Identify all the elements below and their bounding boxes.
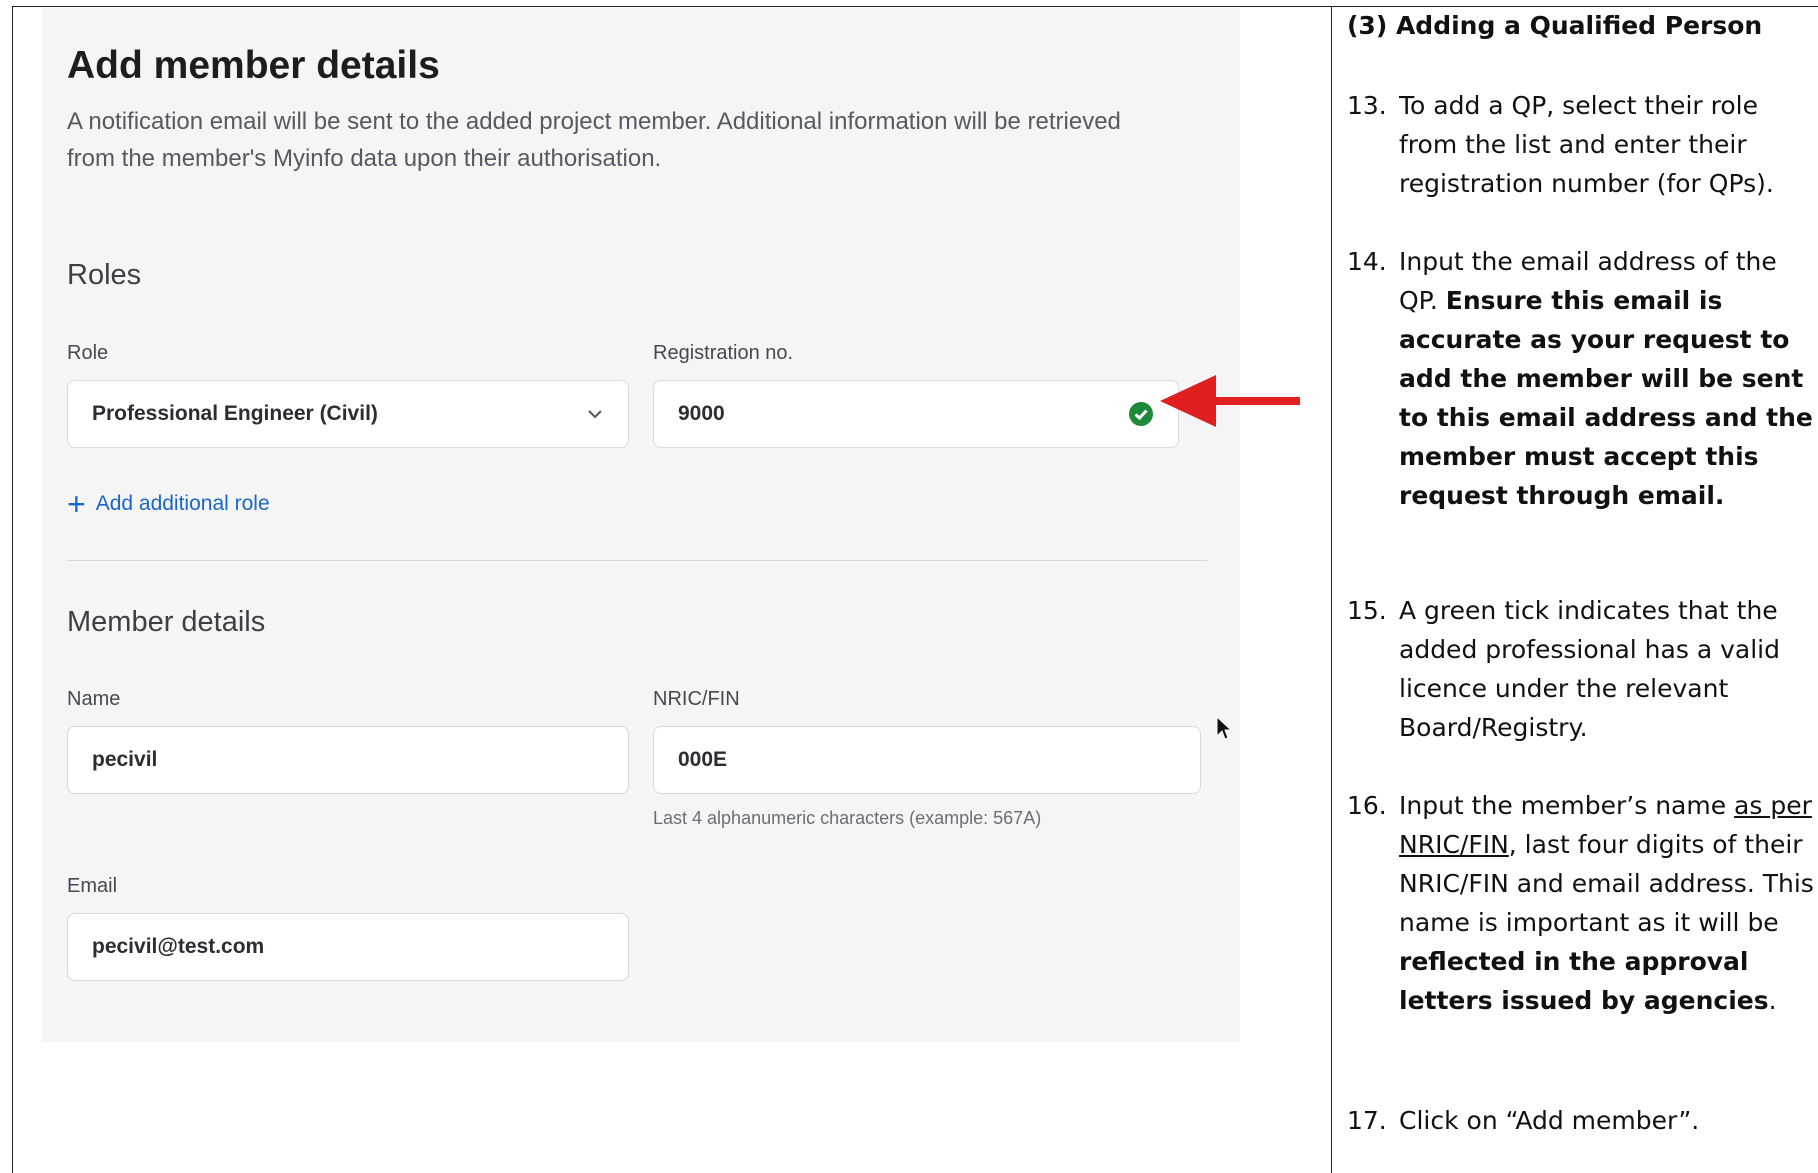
add-additional-role-link[interactable]: + Add additional role	[67, 488, 270, 520]
step-tail-text: .	[1768, 986, 1777, 1015]
step-text: To add a QP, select their role from the …	[1399, 91, 1774, 198]
step-number: 13.	[1347, 91, 1387, 120]
role-label: Role	[67, 342, 109, 364]
name-input-value: pecivil	[92, 748, 158, 771]
name-label: Name	[67, 688, 121, 710]
email-label: Email	[67, 875, 118, 897]
red-arrow-icon	[1160, 375, 1300, 427]
step-lead-text: Input the member’s name	[1399, 791, 1735, 820]
chevron-down-icon	[588, 410, 602, 419]
registration-input-value: 9000	[678, 402, 725, 425]
registration-input[interactable]: 9000	[653, 380, 1179, 448]
step-bold-text: Ensure this email is accurate as your re…	[1399, 286, 1813, 510]
column-divider	[1331, 6, 1332, 1173]
section-divider	[67, 560, 1207, 561]
email-input[interactable]: pecivil@test.com	[67, 913, 629, 981]
add-additional-role-label: Add additional role	[95, 492, 270, 515]
registration-label: Registration no.	[653, 342, 794, 364]
step-text: Click on “Add member”.	[1399, 1106, 1700, 1135]
step-number: 16.	[1347, 791, 1387, 820]
roles-section-title: Roles	[67, 259, 142, 291]
nric-hint: Last 4 alphanumeric characters (example:…	[653, 808, 1042, 828]
green-check-icon	[1129, 402, 1153, 426]
step-text: Input the member’s name as per NRIC/FIN,…	[1399, 786, 1817, 1020]
section-heading: (3) Adding a Qualified Person	[1347, 11, 1763, 40]
nric-input-value: 000E	[678, 748, 728, 771]
step-number: 15.	[1347, 596, 1387, 625]
step-number: 17.	[1347, 1106, 1387, 1135]
step-number: 14.	[1347, 247, 1387, 276]
add-member-screenshot: Add member details A notification email …	[42, 8, 1240, 1042]
step-text: A green tick indicates that the added pr…	[1399, 596, 1780, 742]
member-details-section-title: Member details	[67, 606, 266, 638]
mouse-cursor-icon	[1216, 716, 1232, 740]
nric-label: NRIC/FIN	[653, 688, 740, 710]
page-description: A notification email will be sent to the…	[67, 108, 1121, 172]
role-select[interactable]: Professional Engineer (Civil)	[67, 380, 629, 448]
plus-icon: +	[67, 486, 86, 522]
email-input-value: pecivil@test.com	[92, 935, 265, 958]
name-input[interactable]: pecivil	[67, 726, 629, 794]
nric-input[interactable]: 000E	[653, 726, 1201, 794]
step-bold-text: reflected in the approval letters issued…	[1399, 947, 1769, 1015]
role-select-value: Professional Engineer (Civil)	[92, 402, 378, 425]
step-text: Input the email address of the QP. Ensur…	[1399, 242, 1817, 515]
page-title: Add member details	[67, 44, 440, 87]
